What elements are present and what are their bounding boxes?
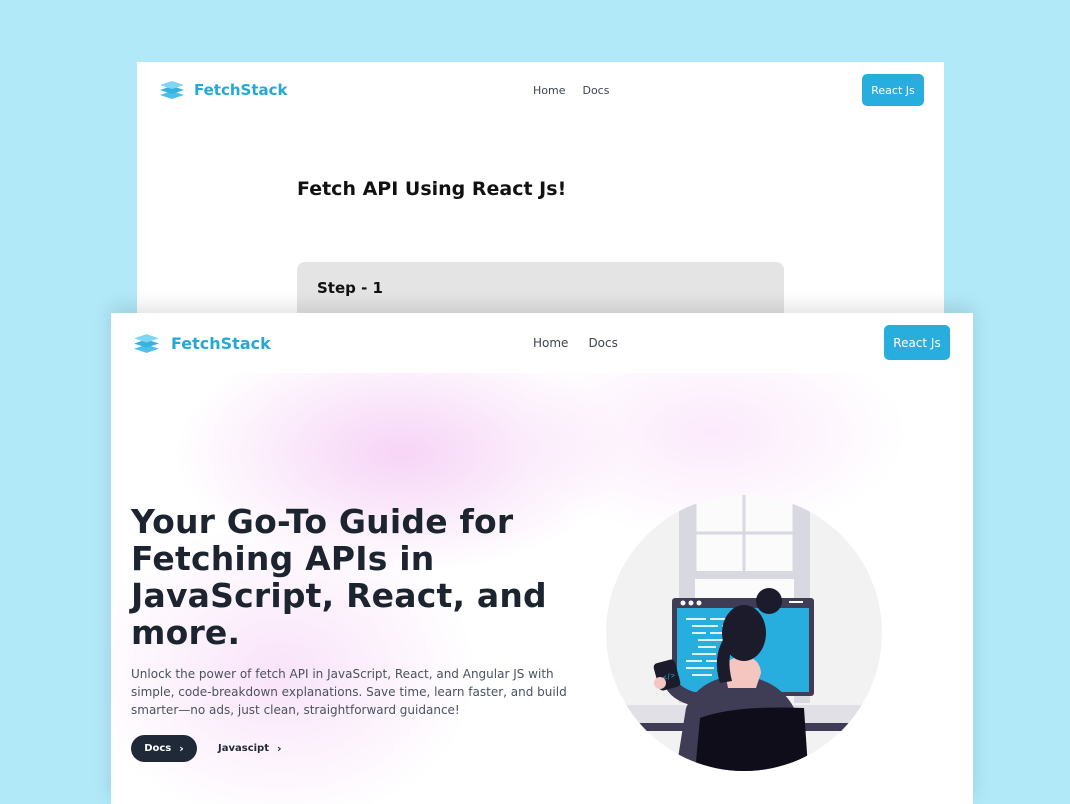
front-brand[interactable]: FetchStack [133, 333, 271, 354]
stack-layers-icon [134, 334, 159, 353]
front-brand-name: FetchStack [171, 334, 271, 353]
front-nav-home[interactable]: Home [533, 336, 568, 350]
front-nav-links: Home Docs [533, 336, 618, 350]
back-nav-links: Home Docs [533, 84, 609, 97]
back-nav-docs[interactable]: Docs [582, 84, 609, 97]
step-label: Step - 1 [317, 279, 383, 297]
back-brand[interactable]: FetchStack [159, 80, 288, 100]
javascript-link[interactable]: Javascipt › [218, 735, 282, 762]
front-navbar: FetchStack Home Docs React Js [111, 313, 973, 373]
chevron-right-icon: › [179, 742, 184, 755]
stack-layers-icon [160, 81, 184, 99]
front-nav-docs[interactable]: Docs [588, 336, 617, 350]
front-page-window: FetchStack Home Docs React Js Your Go-To… [111, 313, 973, 804]
chevron-right-icon: › [276, 742, 282, 755]
docs-button-label: Docs [144, 743, 172, 754]
back-react-js-button[interactable]: React Js [862, 74, 924, 106]
javascript-link-label: Javascipt [218, 743, 269, 754]
hero-title: Your Go-To Guide for Fetching APIs in Ja… [131, 502, 547, 652]
back-navbar: FetchStack Home Docs React Js [137, 62, 944, 120]
hero-description: Unlock the power of fetch API in JavaScr… [131, 667, 567, 717]
back-nav-home[interactable]: Home [533, 84, 565, 97]
back-brand-name: FetchStack [194, 81, 288, 99]
back-page-window: FetchStack Home Docs React Js Fetch API … [137, 62, 944, 342]
front-react-js-button[interactable]: React Js [884, 325, 950, 360]
docs-button[interactable]: Docs › [131, 735, 197, 762]
back-page-heading: Fetch API Using React Js! [297, 178, 567, 200]
developer-illustration: </> [606, 495, 882, 771]
